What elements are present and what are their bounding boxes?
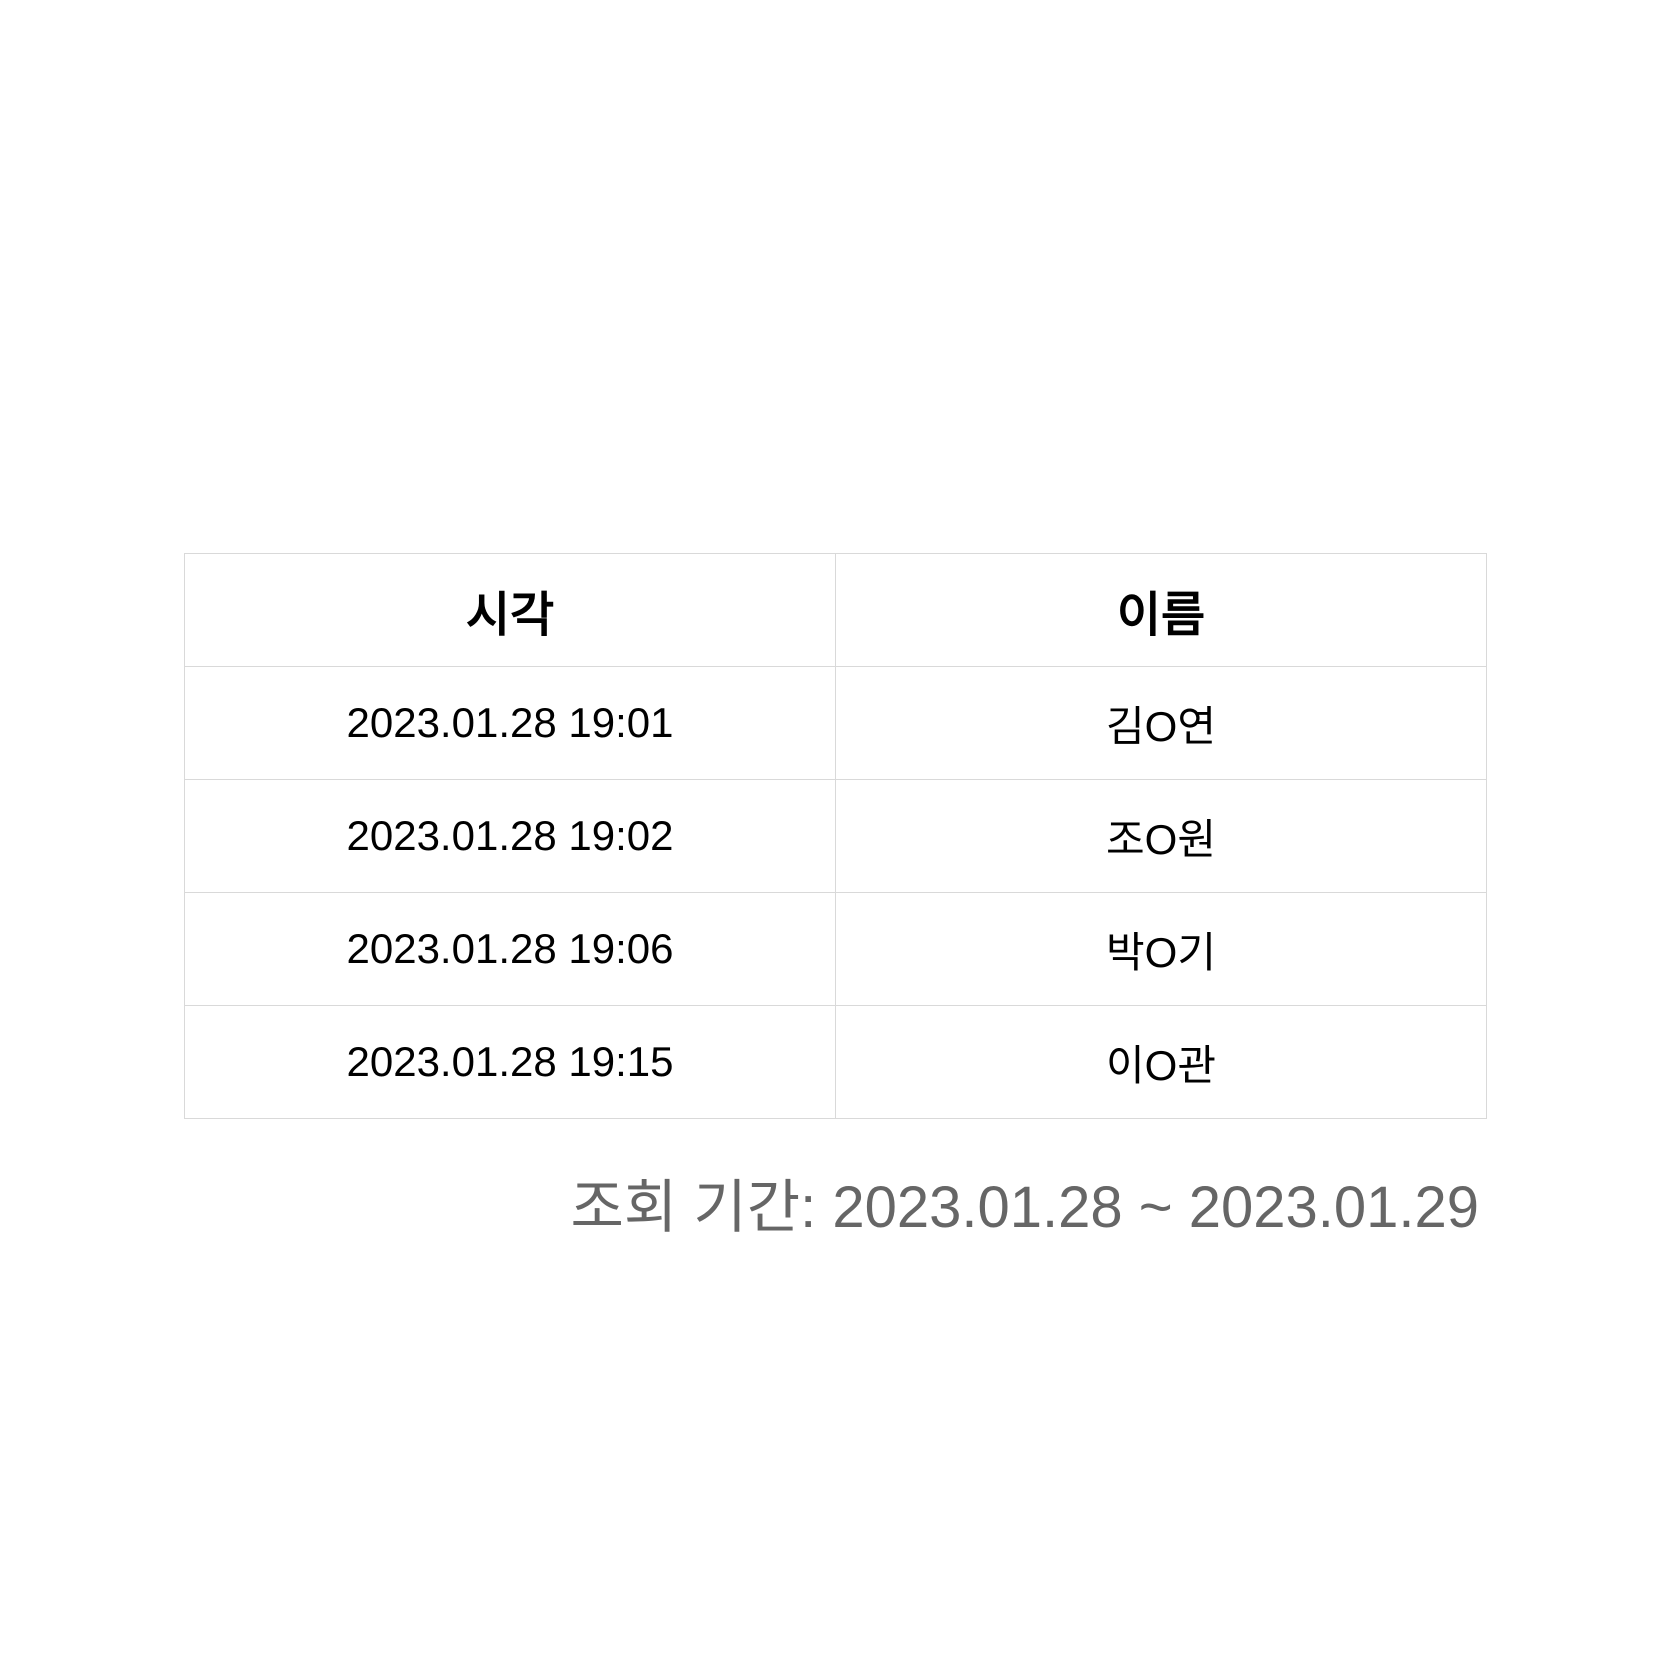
- name-cell: 조O원: [835, 779, 1487, 893]
- time-cell: 2023.01.28 19:01: [184, 666, 836, 780]
- access-log-table: 시각 이름 2023.01.28 19:01 김O연 2023.01.28 19…: [184, 553, 1487, 1119]
- table-row: 2023.01.28 19:02 조O원: [184, 779, 1487, 893]
- time-cell: 2023.01.28 19:02: [184, 779, 836, 893]
- name-cell: 이O관: [835, 1005, 1487, 1119]
- time-cell: 2023.01.28 19:06: [184, 892, 836, 1006]
- table-row: 2023.01.28 19:06 박O기: [184, 892, 1487, 1006]
- time-cell: 2023.01.28 19:15: [184, 1005, 836, 1119]
- table-row: 2023.01.28 19:01 김O연: [184, 666, 1487, 780]
- table-header-row: 시각 이름: [184, 553, 1487, 667]
- table-row: 2023.01.28 19:15 이O관: [184, 1005, 1487, 1119]
- name-cell: 김O연: [835, 666, 1487, 780]
- name-cell: 박O기: [835, 892, 1487, 1006]
- column-header-time: 시각: [184, 553, 836, 667]
- query-period-text: 조회 기간: 2023.01.28 ~ 2023.01.29: [570, 1175, 1479, 1240]
- column-header-name: 이름: [835, 553, 1487, 667]
